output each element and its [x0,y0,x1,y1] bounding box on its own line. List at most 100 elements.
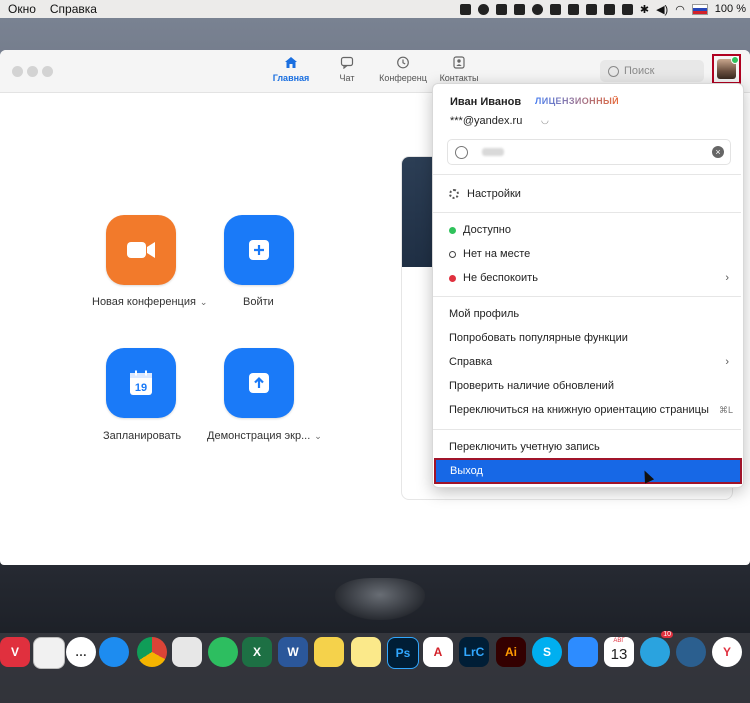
upload-tray-icon[interactable] [513,3,525,15]
avatar-highlight [712,54,741,84]
keyboard-layout-flag-icon[interactable] [691,3,708,15]
desktop-wallpaper-island [335,578,425,620]
portrait-mode-label: Переключиться на книжную ориентацию стра… [449,404,709,416]
eye-hidden-icon[interactable]: ◡ [541,115,549,126]
logout-label: Выход [450,465,483,477]
status-message-input[interactable]: × [447,139,731,165]
screen-tray-icon[interactable] [549,3,561,15]
user-name: Иван Иванов [450,96,522,108]
tab-meetings-label: Конференц [379,73,427,83]
schedule-button[interactable]: 19 [106,348,176,418]
help-item[interactable]: Справка › [449,353,729,371]
status-away-item[interactable]: Нет на месте [449,245,530,263]
telegram-app-icon[interactable]: 10 [640,631,673,667]
search-placeholder: Поиск [624,65,655,77]
pages-app-icon[interactable] [314,637,344,667]
close-window-button[interactable] [12,66,23,77]
notification-tray-icon[interactable] [531,3,543,15]
status-dnd-label: Не беспокоить [463,272,538,284]
tab-home[interactable]: Главная [263,56,319,83]
shield-tray-icon[interactable] [567,3,579,15]
minimize-window-button[interactable] [27,66,38,77]
vivaldi-app-icon[interactable]: V [0,637,30,667]
photo-viewer-app-icon[interactable] [172,637,202,667]
excel-app-icon[interactable]: X [242,637,272,667]
new-meeting-label[interactable]: Новая конференция ⌄ [92,296,207,308]
illustrator-app-icon[interactable]: Ai [496,637,526,667]
menu-help[interactable]: Справка [50,2,97,16]
dock: V … X W Ps A LrC Ai S АВГ 13 10 Y [0,631,750,703]
chevron-down-icon[interactable]: ⌄ [314,431,322,442]
wifi-icon[interactable]: ◠ [675,3,685,16]
chevron-down-icon[interactable]: ⌄ [200,297,208,308]
zoom-tray-icon[interactable] [459,3,471,15]
join-button[interactable] [224,215,294,285]
divider [433,174,741,175]
sync-tray-icon[interactable] [477,3,489,15]
avatar-button[interactable] [717,56,739,79]
video-camera-icon [127,242,155,258]
contacts-icon [453,56,465,69]
calendar-day-text: 19 [135,382,147,394]
logout-item[interactable]: Выход [434,458,742,484]
schedule-label[interactable]: Запланировать [103,430,181,442]
status-dnd-item[interactable]: Не беспокоить › [449,269,729,287]
chrome-app-icon[interactable] [137,637,167,667]
plus-icon [249,240,269,260]
zoom-window-button[interactable] [42,66,53,77]
settings-item[interactable]: Настройки [449,185,521,203]
search-input[interactable]: Поиск [600,60,704,82]
profile-dropdown-menu: Иван Иванов ЛИЦЕНЗИОННЫЙ ***@yandex.ru ◡… [432,83,744,488]
divider [433,212,741,213]
clear-icon[interactable]: × [712,146,724,158]
status-available-item[interactable]: Доступно [449,221,511,239]
search-icon [608,65,619,77]
volume-icon[interactable]: ◀) [656,3,668,16]
divider [433,429,741,430]
safari-app-icon[interactable] [99,637,129,667]
wallet-app-icon[interactable] [33,637,65,669]
tab-contacts-label: Контакты [439,73,479,83]
battery-text[interactable]: 100 % [715,3,746,15]
zoom-app-icon[interactable] [568,637,598,667]
photoshop-app-icon[interactable]: Ps [387,637,419,669]
smile-icon[interactable] [455,145,468,159]
acrobat-app-icon[interactable]: A [423,637,453,667]
gear-icon [449,189,459,199]
evernote-app-icon[interactable] [208,637,238,667]
switch-account-item[interactable]: Переключить учетную запись [449,438,600,456]
new-meeting-button[interactable] [106,215,176,285]
calendar-app-icon[interactable]: АВГ 13 [604,637,634,667]
skype-app-icon[interactable]: S [532,637,562,667]
try-features-item[interactable]: Попробовать популярные функции [449,329,628,347]
portrait-mode-item[interactable]: Переключиться на книжную ориентацию стра… [449,401,733,419]
lightroom-app-icon[interactable]: LrC [459,637,489,667]
dropbox-tray-icon[interactable] [495,3,507,15]
word-app-icon[interactable]: W [278,637,308,667]
bluetooth-icon[interactable]: ✱ [640,3,649,16]
check-updates-item[interactable]: Проверить наличие обновлений [449,377,614,395]
terminal-tray-icon[interactable] [621,3,633,15]
away-clock-icon [449,250,456,258]
tab-contacts[interactable]: Контакты [431,56,487,83]
tab-chat-label: Чат [339,73,355,83]
tab-chat[interactable]: Чат [319,56,375,83]
pen-tray-icon[interactable] [585,3,597,15]
join-label[interactable]: Войти [243,296,274,308]
license-badge: ЛИЦЕНЗИОННЫЙ [535,96,620,106]
messages-app-icon[interactable]: … [66,637,96,667]
status-away-label: Нет на месте [463,248,531,260]
download-tray-icon[interactable] [603,3,615,15]
telegram-badge: 10 [661,631,673,638]
dock-calendar-month: АВГ [613,638,625,644]
yandex-browser-app-icon[interactable]: Y [712,637,742,667]
tab-meetings[interactable]: Конференц [375,56,431,83]
menu-bar: Окно Справка ✱ ◀) ◠ 100 % [0,0,750,18]
mountain-app-icon[interactable] [676,637,706,667]
notes-app-icon[interactable] [351,637,381,667]
menu-window[interactable]: Окно [8,2,36,16]
share-screen-label[interactable]: Демонстрация экр... ⌄ [207,430,322,442]
share-screen-button[interactable] [224,348,294,418]
share-screen-text: Демонстрация экр... [207,430,311,442]
my-profile-item[interactable]: Мой профиль [449,305,519,323]
